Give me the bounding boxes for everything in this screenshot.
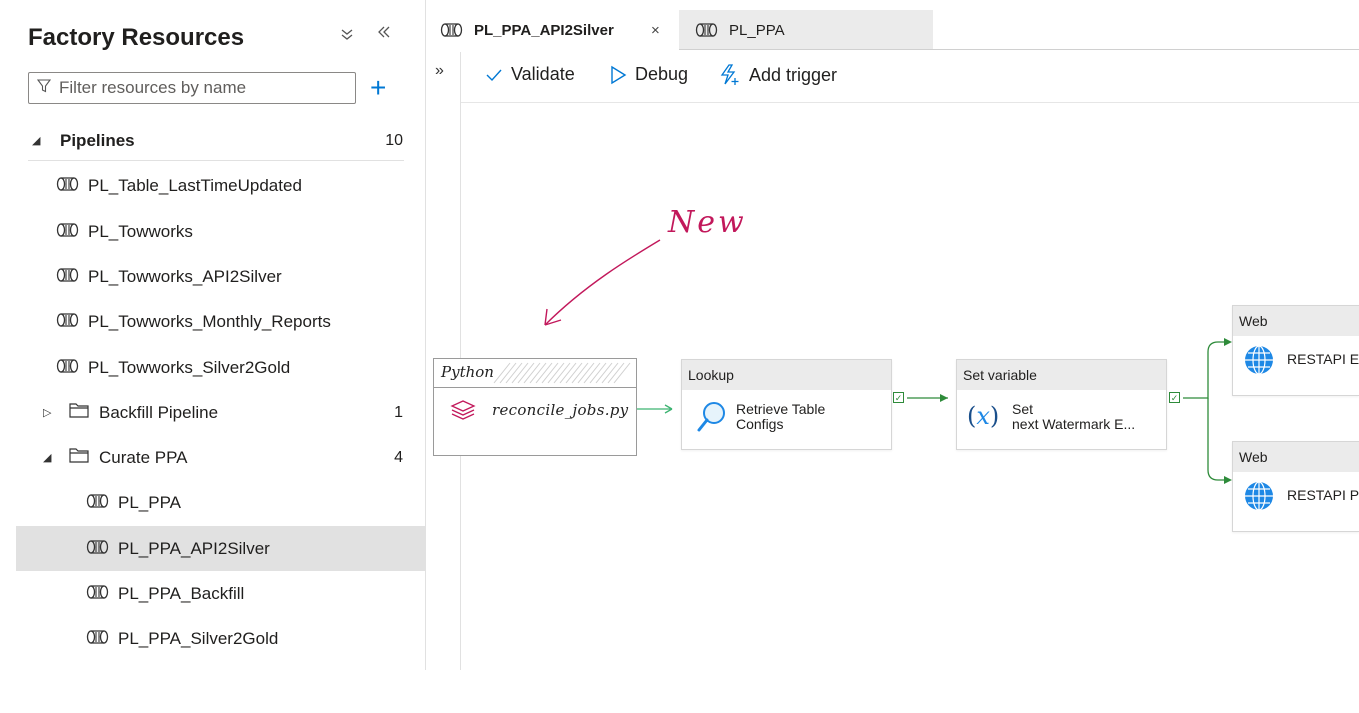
activity-name: RESTAPI Er bbox=[1287, 351, 1359, 367]
activity-name-line2: next Watermark E... bbox=[1012, 416, 1136, 432]
lookup-activity[interactable]: Lookup Retrieve Table Configs bbox=[681, 359, 892, 450]
python-activity-header: Python bbox=[434, 359, 636, 388]
connector-python-lookup bbox=[637, 404, 673, 414]
activity-type: Web bbox=[1233, 442, 1359, 472]
web-activity-1[interactable]: Web RESTAPI Er bbox=[1232, 305, 1359, 396]
activity-type: Web bbox=[1233, 306, 1359, 336]
connector-layer bbox=[544, 239, 1232, 484]
new-annotation: New bbox=[668, 205, 747, 240]
python-activity[interactable]: Python reconcile_jobs.py bbox=[433, 358, 637, 456]
python-activity-type: Python bbox=[441, 363, 494, 381]
activity-name-line2: Configs bbox=[736, 416, 784, 432]
annotation-arrow bbox=[544, 239, 661, 326]
set-variable-activity[interactable]: Set variable (x) Set next Watermark E... bbox=[956, 359, 1167, 450]
activity-name-line1: Set bbox=[1012, 401, 1034, 417]
globe-icon bbox=[1243, 344, 1275, 381]
success-output-handle[interactable]: ✓ bbox=[893, 392, 904, 403]
python-script-name: reconcile_jobs.py bbox=[492, 401, 629, 419]
magnifier-icon bbox=[696, 400, 728, 439]
globe-icon bbox=[1243, 480, 1275, 517]
variable-x-icon: (x) bbox=[967, 402, 1000, 430]
activity-type: Lookup bbox=[682, 360, 891, 390]
activity-name: RESTAPI Pa bbox=[1287, 487, 1359, 503]
success-output-handle[interactable]: ✓ bbox=[1169, 392, 1180, 403]
activity-name-line1: Retrieve Table bbox=[736, 401, 826, 417]
activity-type: Set variable bbox=[957, 360, 1166, 390]
python-layers-icon bbox=[450, 399, 476, 426]
connector-lookup-setvar bbox=[907, 394, 948, 402]
web-activity-2[interactable]: Web RESTAPI Pa bbox=[1232, 441, 1359, 532]
connector-setvar-web bbox=[1183, 338, 1232, 484]
